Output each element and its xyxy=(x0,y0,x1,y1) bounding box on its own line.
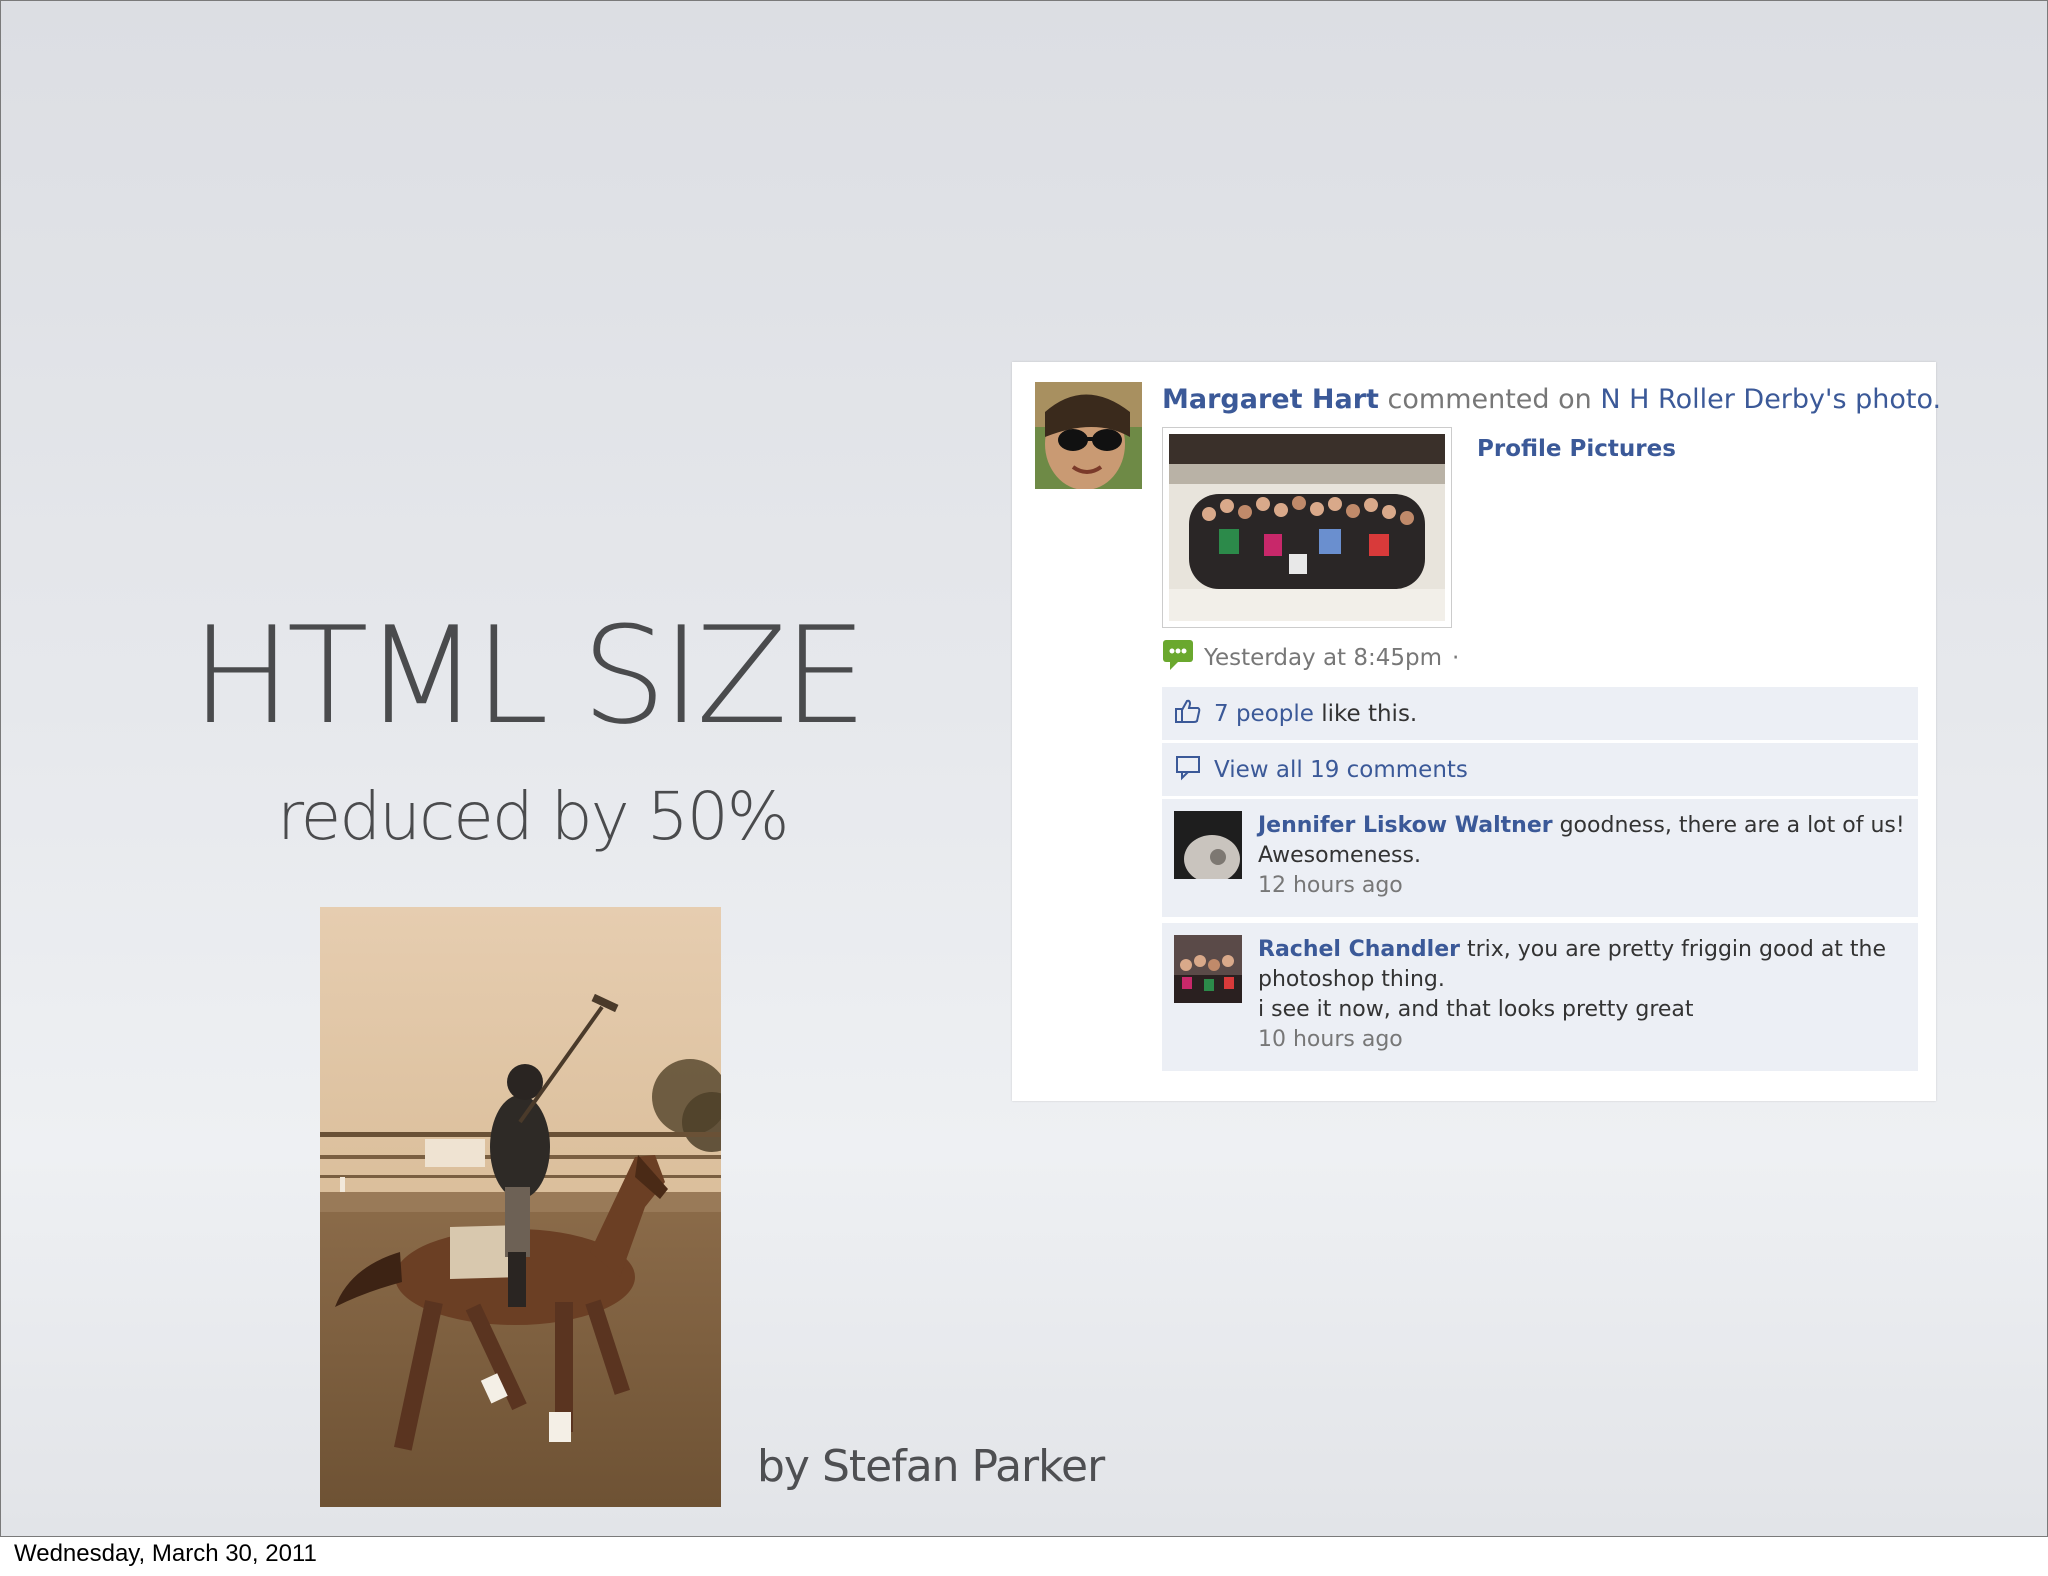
view-comments-row: View all 19 comments xyxy=(1162,743,1918,796)
story-headline: Margaret Hart commented on N H Roller De… xyxy=(1162,382,1941,418)
album-link[interactable]: Profile Pictures xyxy=(1477,436,1676,462)
story-timestamp[interactable]: Yesterday at 8:45pm xyxy=(1204,645,1442,671)
likes-suffix: like this. xyxy=(1321,700,1418,727)
facebook-story-card: Margaret Hart commented on N H Roller De… xyxy=(1012,362,1941,1101)
comment-author-link[interactable]: Jennifer Liskow Waltner xyxy=(1258,813,1553,838)
comment-item: Jennifer Liskow Waltner goodness, there … xyxy=(1162,799,1918,917)
slide: HTML SIZE reduced by 50% by Stefan Parke… xyxy=(0,0,2048,1537)
comment-bubble-icon xyxy=(1162,639,1194,677)
comment-text-continued: i see it now, and that looks pretty grea… xyxy=(1258,997,1694,1022)
actor-avatar[interactable] xyxy=(1035,382,1142,489)
actor-name-link[interactable]: Margaret Hart xyxy=(1162,384,1379,415)
polo-photo xyxy=(320,907,721,1507)
slide-title: HTML SIZE xyxy=(191,598,868,754)
story-target-link[interactable]: N H Roller Derby's photo. xyxy=(1600,384,1941,415)
commenter-avatar[interactable] xyxy=(1174,935,1242,1003)
comment-item: Rachel Chandler trix, you are pretty fri… xyxy=(1162,923,1918,1071)
slide-subtitle: reduced by 50% xyxy=(277,778,789,855)
comment-author-link[interactable]: Rachel Chandler xyxy=(1258,937,1460,962)
commenter-avatar[interactable] xyxy=(1174,811,1242,879)
story-meta: Yesterday at 8:45pm · xyxy=(1162,640,1459,676)
speech-bubble-icon xyxy=(1174,753,1202,787)
meta-separator: · xyxy=(1452,645,1460,671)
byline: by Stefan Parker xyxy=(757,1441,1105,1492)
footer-date: Wednesday, March 30, 2011 xyxy=(14,1540,317,1567)
view-all-comments-link[interactable]: View all 19 comments xyxy=(1214,757,1468,783)
story-verb: commented on xyxy=(1387,384,1592,415)
likes-link[interactable]: 7 people xyxy=(1214,701,1314,727)
comment-time[interactable]: 12 hours ago xyxy=(1258,871,1906,901)
group-photo[interactable] xyxy=(1162,427,1452,628)
likes-row: 7 people like this. xyxy=(1162,687,1918,740)
thumbs-up-icon xyxy=(1174,697,1202,731)
comment-time[interactable]: 10 hours ago xyxy=(1258,1025,1906,1055)
